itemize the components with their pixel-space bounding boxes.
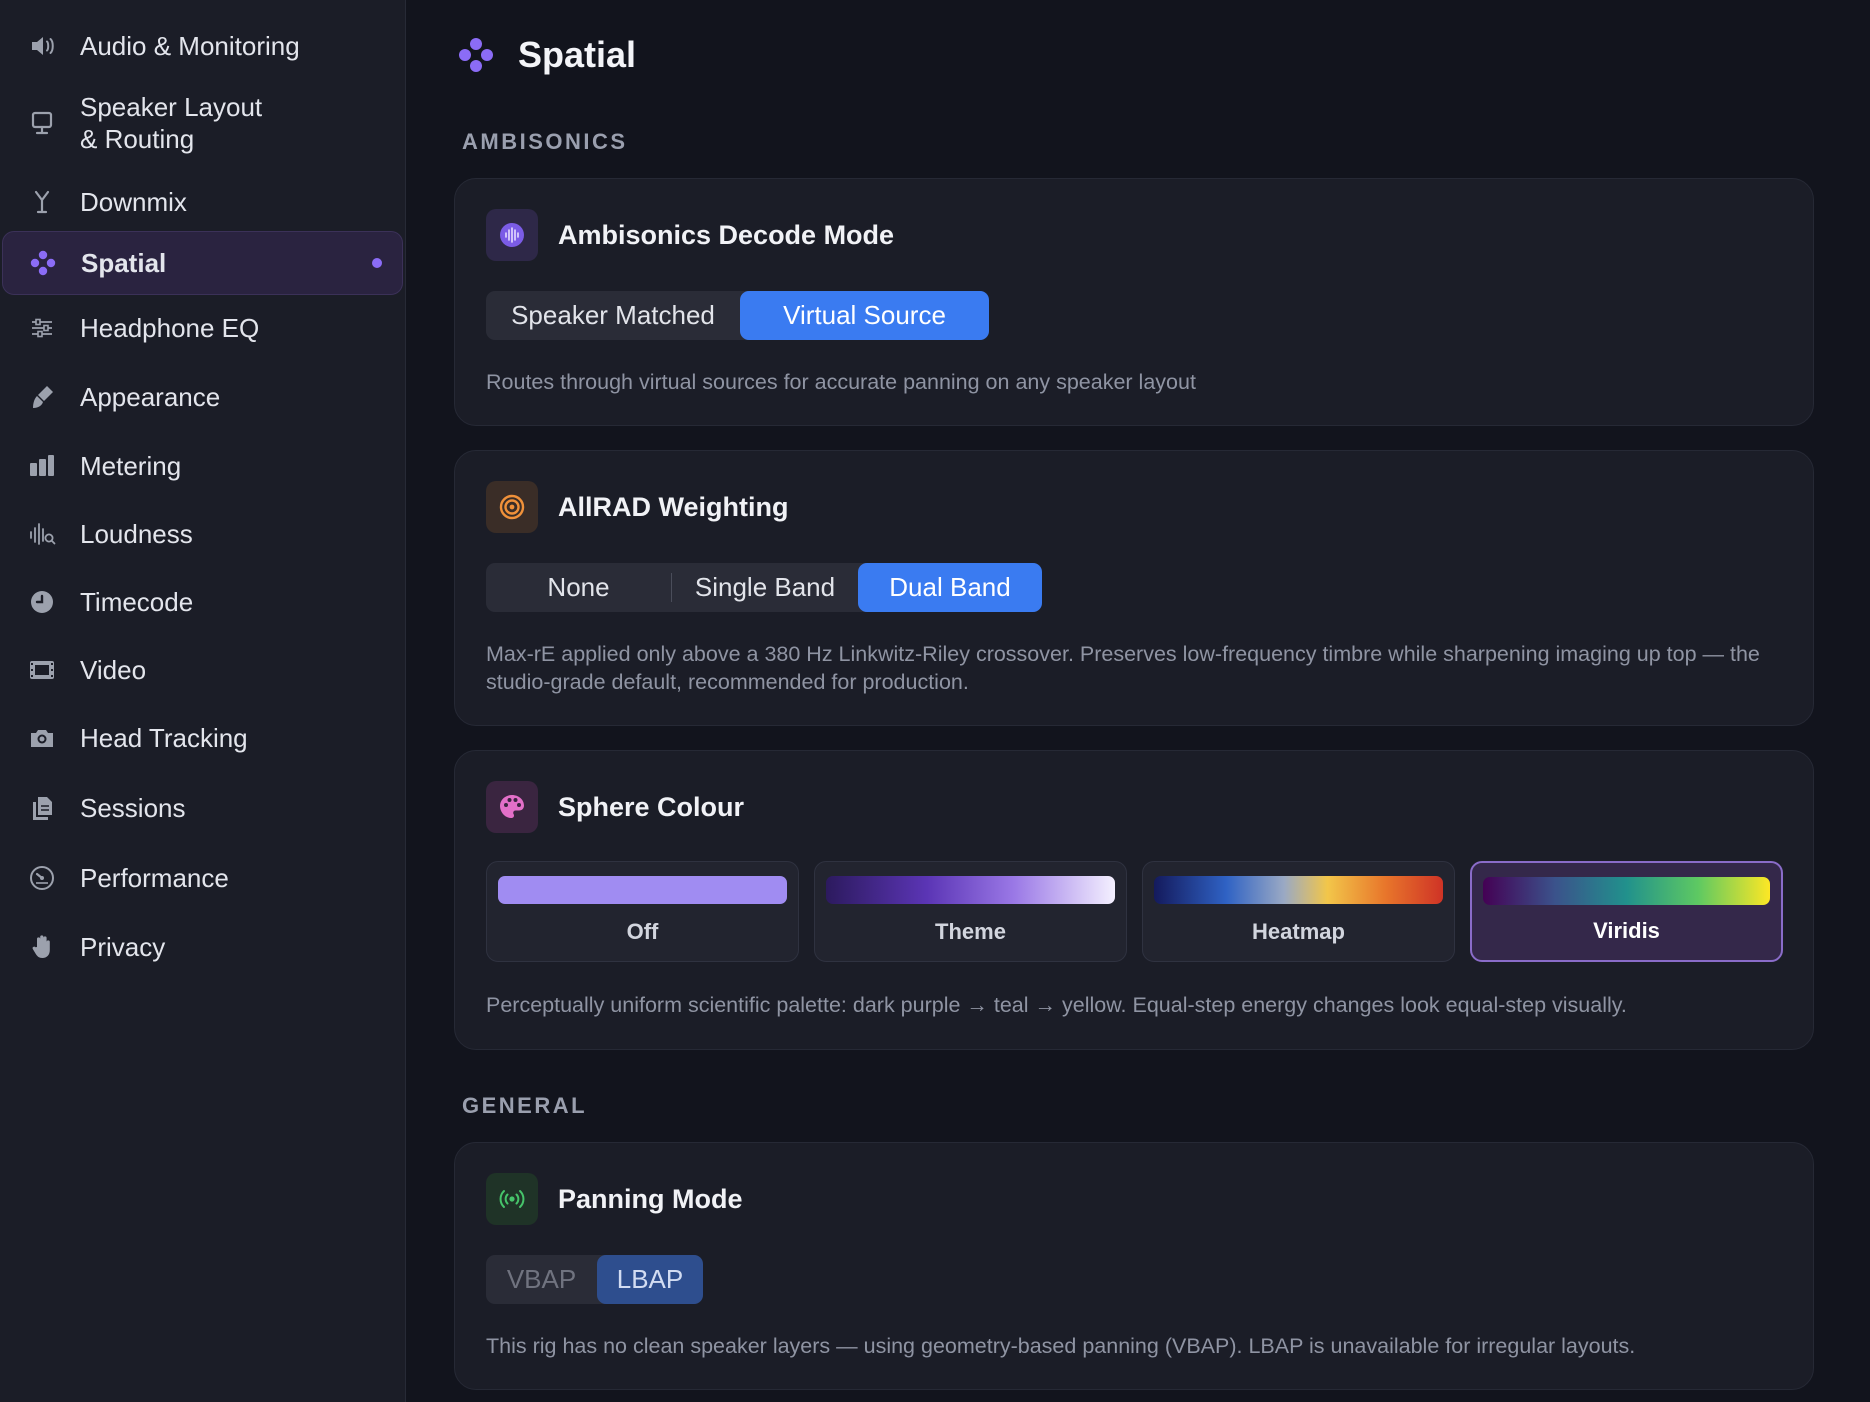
monitor-icon — [26, 107, 58, 139]
palette-icon — [486, 781, 538, 833]
colour-option-label: Theme — [935, 919, 1006, 944]
sidebar-item-appearance[interactable]: Appearance — [2, 373, 403, 421]
sidebar-item-performance[interactable]: Performance — [2, 854, 403, 902]
allrad-weighting-card: AllRAD Weighting None Single Band Dual B… — [454, 450, 1814, 726]
sliders-icon — [26, 312, 58, 344]
option-speaker-matched[interactable]: Speaker Matched — [486, 291, 740, 340]
documents-icon — [26, 792, 58, 824]
sidebar-item-audio-monitoring[interactable]: Audio & Monitoring — [2, 22, 403, 70]
app-window: Audio & Monitoring Speaker Layout & Rout… — [0, 0, 1870, 1402]
colour-option-off[interactable]: Off — [486, 861, 799, 962]
sidebar-item-label: Loudness — [80, 519, 193, 549]
option-dual-band[interactable]: Dual Band — [858, 563, 1042, 612]
gauge-icon — [26, 862, 58, 894]
sidebar-item-downmix[interactable]: Downmix — [2, 178, 403, 226]
sidebar-item-privacy[interactable]: Privacy — [2, 923, 403, 971]
camera-icon — [26, 722, 58, 754]
paintbrush-icon — [26, 381, 58, 413]
allrad-segmented-control: None Single Band Dual Band — [486, 563, 1042, 612]
sidebar-item-label: Metering — [80, 451, 182, 481]
broadcast-icon — [486, 1173, 538, 1225]
spatial-dots-icon — [456, 35, 496, 75]
hand-icon — [26, 931, 58, 963]
card-title: Ambisonics Decode Mode — [558, 219, 895, 250]
page-title: Spatial — [518, 34, 637, 75]
colour-option-heatmap[interactable]: Heatmap — [1142, 861, 1455, 962]
sidebar-item-label: Timecode — [80, 587, 194, 617]
card-description: Max-rE applied only above a 380 Hz Linkw… — [486, 642, 1760, 694]
card-title: Sphere Colour — [558, 791, 745, 822]
panning-mode-card: Panning Mode VBAP LBAP This rig has no c… — [454, 1142, 1814, 1390]
card-description: This rig has no clean speaker layers — u… — [486, 1334, 1636, 1358]
colour-preview-bar — [1154, 876, 1443, 904]
target-icon — [486, 481, 538, 533]
section-label-ambisonics: AMBISONICS — [462, 129, 628, 154]
sphere-colour-card: Sphere Colour Off Theme Heatmap Viridis … — [454, 750, 1814, 1050]
colour-option-label: Off — [626, 919, 659, 944]
page-header: Spatial — [456, 34, 636, 76]
colour-preview-bar — [826, 876, 1115, 904]
waveform-search-icon — [26, 518, 58, 550]
sidebar-item-label: Sessions — [80, 793, 186, 823]
sidebar: Audio & Monitoring Speaker Layout & Rout… — [0, 0, 406, 1402]
downmix-icon — [26, 186, 58, 218]
sidebar-item-label: Audio & Monitoring — [80, 31, 300, 61]
sidebar-item-timecode[interactable]: Timecode — [2, 578, 403, 626]
panning-mode-segmented-control: VBAP LBAP — [486, 1255, 703, 1304]
option-lbap[interactable]: LBAP — [597, 1255, 703, 1304]
option-vbap[interactable]: VBAP — [486, 1255, 597, 1304]
sidebar-item-label: Downmix — [80, 187, 187, 217]
colour-option-theme[interactable]: Theme — [814, 861, 1127, 962]
card-title: Panning Mode — [558, 1183, 743, 1214]
decode-mode-card: Ambisonics Decode Mode Speaker Matched V… — [454, 178, 1814, 426]
card-description: Perceptually uniform scientific palette:… — [486, 993, 1627, 1017]
sidebar-item-label: Privacy — [80, 932, 166, 962]
speaker-volume-icon — [26, 30, 58, 62]
sidebar-item-metering[interactable]: Metering — [2, 442, 403, 490]
sidebar-item-label: Video — [80, 655, 147, 685]
active-indicator-dot — [372, 258, 382, 268]
option-none[interactable]: None — [486, 563, 671, 612]
waveform-circle-icon — [486, 209, 538, 261]
sidebar-item-spatial[interactable]: Spatial — [2, 231, 403, 295]
card-title: AllRAD Weighting — [558, 491, 789, 522]
section-label-general: GENERAL — [462, 1093, 588, 1118]
spatial-dots-icon — [27, 247, 59, 279]
option-virtual-source[interactable]: Virtual Source — [740, 291, 989, 340]
card-description: Routes through virtual sources for accur… — [486, 370, 1196, 394]
colour-option-viridis[interactable]: Viridis — [1470, 861, 1783, 962]
sidebar-item-label: & Routing — [80, 124, 195, 154]
sidebar-item-label: Spatial — [81, 248, 167, 278]
sidebar-item-headphone-eq[interactable]: Headphone EQ — [2, 304, 403, 352]
decode-mode-segmented-control: Speaker Matched Virtual Source — [486, 291, 989, 340]
colour-option-label: Heatmap — [1252, 919, 1345, 944]
colour-option-label: Viridis — [1593, 918, 1660, 943]
sidebar-item-label: Head Tracking — [80, 723, 248, 753]
settings-main-pane: Spatial AMBISONICS Ambisonics Decode Mod… — [406, 0, 1870, 1402]
option-single-band[interactable]: Single Band — [672, 563, 858, 612]
film-icon — [26, 654, 58, 686]
sidebar-item-label: Headphone EQ — [80, 313, 260, 343]
sidebar-item-label: Appearance — [80, 382, 221, 412]
sidebar-item-speaker-layout[interactable]: Speaker Layout & Routing — [2, 90, 403, 156]
meter-bars-icon — [26, 450, 58, 482]
clock-icon — [26, 586, 58, 618]
sidebar-item-label: Performance — [80, 863, 229, 893]
colour-preview-bar — [498, 876, 787, 904]
sidebar-item-label: Speaker Layout — [80, 92, 263, 122]
sidebar-item-sessions[interactable]: Sessions — [2, 784, 403, 832]
sidebar-item-video[interactable]: Video — [2, 646, 403, 694]
sidebar-item-head-tracking[interactable]: Head Tracking — [2, 714, 403, 762]
sidebar-item-loudness[interactable]: Loudness — [2, 510, 403, 558]
colour-preview-bar — [1483, 877, 1770, 905]
